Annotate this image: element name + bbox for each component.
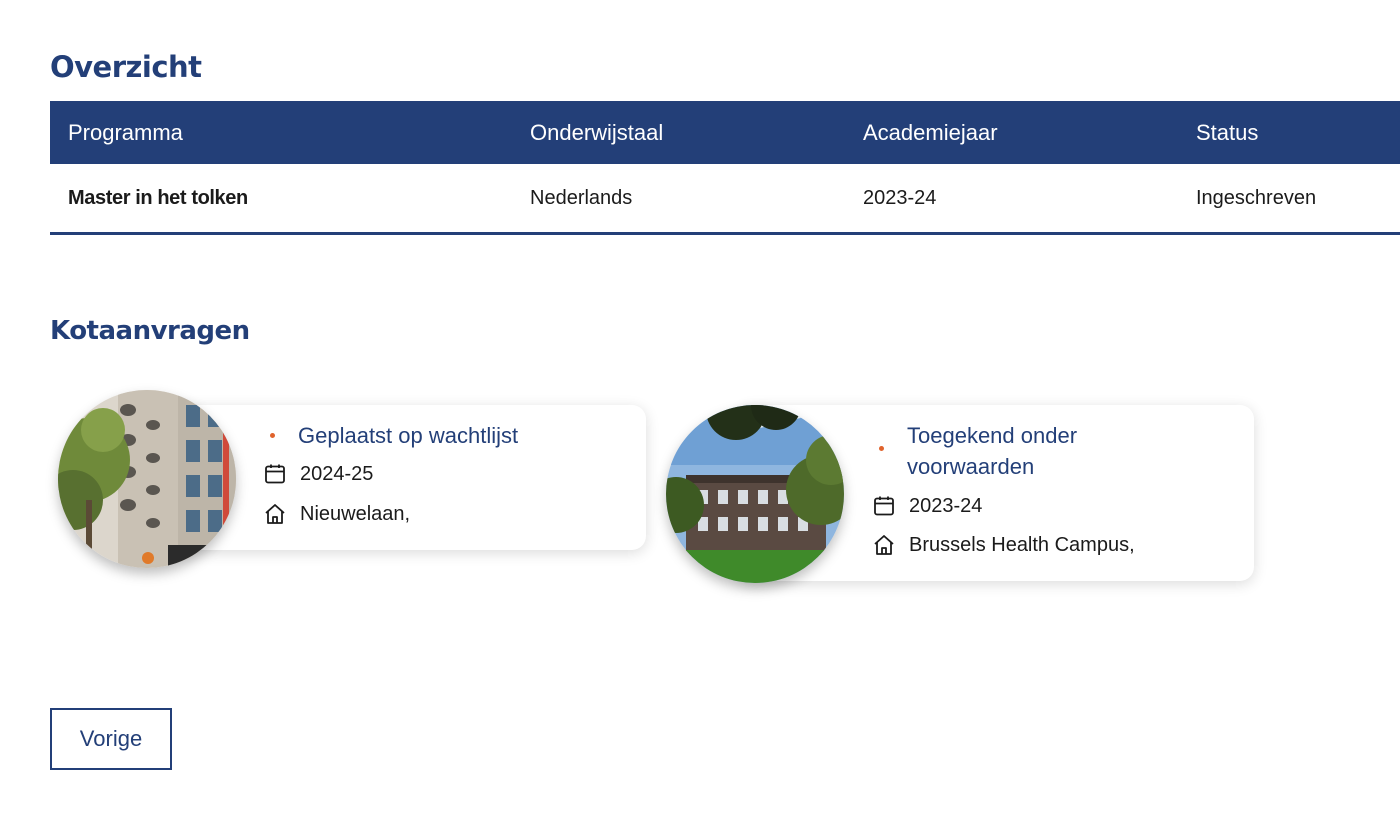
request-status: Toegekend onder voorwaarden xyxy=(879,420,1179,482)
request-status: Geplaatst op wachtlijst xyxy=(270,420,518,451)
cell-status: Ingeschreven xyxy=(1196,164,1400,235)
home-icon xyxy=(265,504,285,524)
column-header-status: Status xyxy=(1196,119,1259,145)
cell-language: Nederlands xyxy=(530,164,863,235)
request-year: 2024-25 xyxy=(263,462,373,486)
status-bullet-icon xyxy=(270,433,275,438)
previous-button[interactable]: Vorige xyxy=(50,708,172,770)
column-header-year: Academiejaar xyxy=(863,119,998,145)
cell-year: 2023-24 xyxy=(863,164,1196,235)
column-header-language: Onderwijstaal xyxy=(530,119,664,145)
apartment-building-photo xyxy=(58,390,236,568)
request-year-text: 2023-24 xyxy=(909,494,983,517)
request-year-text: 2024-25 xyxy=(300,462,374,485)
cell-program: Master in het tolken xyxy=(50,164,530,235)
request-address-text: Brussels Health Campus, xyxy=(909,533,1135,556)
status-bullet-icon xyxy=(879,446,884,451)
campus-residence-photo xyxy=(666,405,844,583)
column-header-program: Programma xyxy=(68,119,183,145)
overview-title: Overzicht xyxy=(50,50,202,84)
request-address: Nieuwelaan, xyxy=(263,502,410,526)
calendar-icon xyxy=(265,464,285,484)
page: Overzicht Programma Onderwijstaal Academ… xyxy=(0,0,1400,834)
request-year: 2023-24 xyxy=(872,494,982,518)
request-status-text: Toegekend onder voorwaarden xyxy=(907,423,1078,479)
request-status-text: Geplaatst op wachtlijst xyxy=(298,423,519,448)
calendar-icon xyxy=(874,496,894,516)
housing-title: Kotaanvragen xyxy=(50,316,250,346)
request-address-text: Nieuwelaan, xyxy=(300,502,411,525)
table-row: Master in het tolken Nederlands 2023-24 … xyxy=(50,164,1400,235)
home-icon xyxy=(874,535,894,555)
request-address: Brussels Health Campus, xyxy=(872,533,1135,557)
table-header-row: Programma Onderwijstaal Academiejaar Sta… xyxy=(50,101,1400,164)
overview-table: Programma Onderwijstaal Academiejaar Sta… xyxy=(50,101,1400,235)
